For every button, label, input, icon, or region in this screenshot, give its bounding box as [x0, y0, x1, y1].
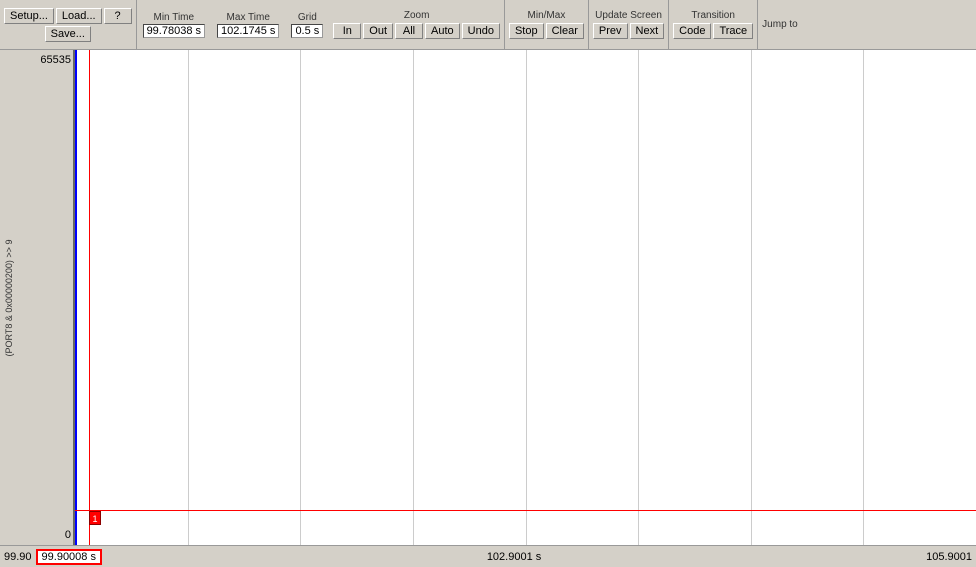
min-time-label: Min Time [154, 12, 195, 23]
grid-label: Grid [298, 12, 317, 23]
code-button[interactable]: Code [673, 23, 711, 39]
minmax-group: Min/Max Stop Clear [505, 0, 589, 49]
status-right: 105.9001 [926, 551, 972, 563]
blue-cursor [75, 50, 77, 545]
zoom-out-button[interactable]: Out [363, 23, 393, 39]
minmax-label: Min/Max [528, 10, 566, 21]
max-time-label: Max Time [227, 12, 270, 23]
status-mid-time: 102.9001 s [487, 551, 541, 563]
file-group: Setup... Load... ? Save... [0, 0, 137, 49]
max-time-group: Max Time 102.1745 s [211, 0, 285, 49]
jump-to-group: Jump to [758, 0, 802, 49]
status-cursor-time: 99.90008 s [36, 549, 102, 565]
grid-line-4 [526, 50, 527, 545]
status-left: 99.90 99.90008 s [4, 549, 102, 565]
transition-label: Transition [691, 10, 735, 21]
toolbar: Setup... Load... ? Save... Min Time 99.7… [0, 0, 976, 50]
jump-to-label: Jump to [762, 19, 798, 30]
prev-button[interactable]: Prev [593, 23, 628, 39]
grid-line-7 [863, 50, 864, 545]
grid-value: 0.5 s [291, 24, 323, 38]
update-screen-group: Update Screen Prev Next [589, 0, 669, 49]
stop-button[interactable]: Stop [509, 23, 544, 39]
signal-marker: 1 [89, 511, 101, 525]
red-v-cursor [89, 50, 90, 545]
grid-line-3 [413, 50, 414, 545]
grid-line-6 [751, 50, 752, 545]
waveform-area[interactable]: 1 [75, 50, 976, 545]
status-mid: 102.9001 s [487, 551, 541, 563]
zoom-auto-button[interactable]: Auto [425, 23, 460, 39]
grid-line-1 [188, 50, 189, 545]
grid-line-5 [638, 50, 639, 545]
help-button[interactable]: ? [104, 8, 132, 24]
update-screen-label: Update Screen [595, 10, 662, 21]
status-bar: 99.90 99.90008 s 102.9001 s 105.9001 [0, 545, 976, 567]
red-h-line [75, 510, 976, 511]
min-time-group: Min Time 99.78038 s [137, 0, 211, 49]
max-time-value: 102.1745 s [217, 24, 279, 38]
signal-panel: 65535 (PORT8 & 0x00000200) >> 9 0 [0, 50, 75, 545]
status-left-time: 99.90 [4, 551, 36, 563]
signal-top-value: 65535 [2, 54, 71, 66]
zoom-label: Zoom [404, 10, 430, 21]
zoom-all-button[interactable]: All [395, 23, 423, 39]
zoom-group: Zoom In Out All Auto Undo [329, 0, 505, 49]
zoom-undo-button[interactable]: Undo [462, 23, 500, 39]
status-right-time: 105.9001 [926, 551, 972, 563]
signal-bottom-value: 0 [2, 529, 71, 541]
trace-button[interactable]: Trace [713, 23, 753, 39]
setup-button[interactable]: Setup... [4, 8, 54, 24]
min-time-value: 99.78038 s [143, 24, 205, 38]
grid-line-2 [300, 50, 301, 545]
transition-group: Transition Code Trace [669, 0, 758, 49]
grid-group: Grid 0.5 s [285, 0, 329, 49]
load-button[interactable]: Load... [56, 8, 102, 24]
clear-button[interactable]: Clear [546, 23, 584, 39]
save-button[interactable]: Save... [45, 26, 91, 42]
signal-label: (PORT8 & 0x00000200) >> 9 [4, 239, 14, 356]
zoom-in-button[interactable]: In [333, 23, 361, 39]
next-button[interactable]: Next [630, 23, 665, 39]
main-area: 65535 (PORT8 & 0x00000200) >> 9 0 1 [0, 50, 976, 545]
